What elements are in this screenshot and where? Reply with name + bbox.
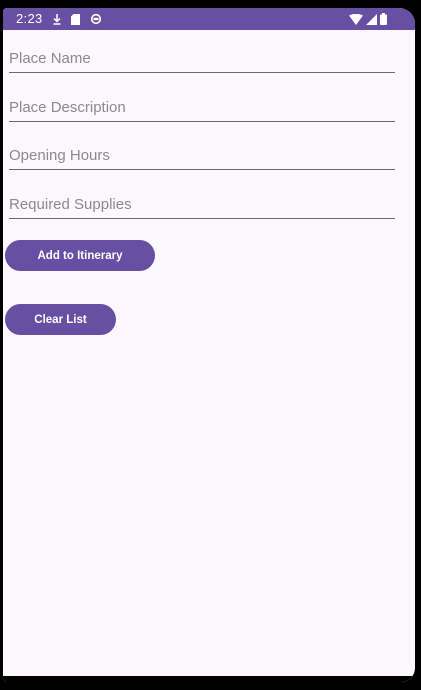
wifi-icon — [349, 13, 363, 25]
place-description-field — [9, 95, 395, 122]
status-time: 2:23 — [16, 11, 43, 26]
sync-icon — [90, 13, 102, 25]
place-description-input[interactable] — [9, 95, 395, 119]
place-name-field — [9, 46, 395, 73]
opening-hours-input[interactable] — [9, 143, 395, 167]
required-supplies-field — [9, 192, 395, 219]
app-screen: 2:23 Place Name Place Description Openin… — [3, 8, 415, 682]
opening-hours-field — [9, 143, 395, 170]
sd-card-icon — [71, 13, 80, 25]
status-icons-right — [349, 13, 387, 25]
status-bar: 2:23 — [3, 8, 415, 30]
signal-icon — [366, 13, 377, 25]
download-icon — [53, 13, 61, 25]
required-supplies-input[interactable] — [9, 192, 395, 216]
add-to-itinerary-button[interactable]: Add to Itinerary — [5, 240, 155, 271]
status-icons-left — [53, 13, 102, 25]
device-frame: 2:23 Place Name Place Description Openin… — [0, 0, 421, 690]
clear-list-button[interactable]: Clear List — [5, 304, 116, 335]
place-name-input[interactable] — [9, 46, 395, 70]
battery-icon — [380, 13, 387, 25]
navigation-bar — [3, 676, 415, 682]
